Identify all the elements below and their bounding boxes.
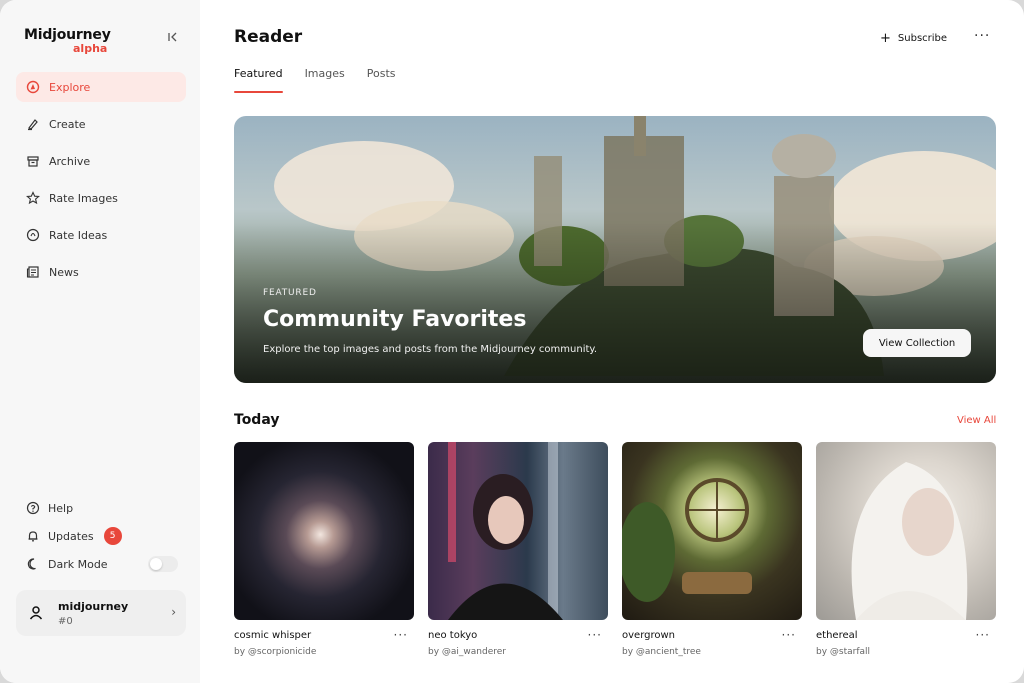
newspaper-icon bbox=[24, 263, 42, 281]
user-icon bbox=[29, 606, 43, 620]
compass-icon bbox=[24, 78, 42, 96]
page-title: Reader bbox=[234, 27, 303, 47]
more-options-icon[interactable]: ··· bbox=[394, 628, 408, 642]
sidebar-bottom-nav: Help Updates 5 Dark Mode bbox=[16, 494, 186, 578]
collapse-sidebar-button[interactable] bbox=[164, 28, 182, 46]
sidebar-item-news[interactable]: News bbox=[16, 257, 186, 287]
app-window: Midjourney alpha Explore Create Archive … bbox=[0, 0, 1024, 683]
image-card: cosmic whisper by @scorpionicide ··· bbox=[234, 442, 414, 667]
plus-icon: + bbox=[880, 30, 891, 46]
image-author[interactable]: by @scorpionicide bbox=[234, 647, 316, 657]
subscribe-button[interactable]: + Subscribe bbox=[880, 30, 947, 46]
sidebar-item-explore[interactable]: Explore bbox=[16, 72, 186, 102]
sidebar-nav: Explore Create Archive Rate Images Rate … bbox=[16, 72, 186, 294]
updates-count-badge: 5 bbox=[103, 527, 122, 545]
sidebar-item-label: Create bbox=[49, 117, 86, 131]
subscribe-label: Subscribe bbox=[897, 32, 948, 44]
reader-tabs: Featured Images Posts bbox=[234, 67, 418, 93]
sidebar-item-rate-images[interactable]: Rate Images bbox=[16, 183, 186, 213]
dark-mode-row: Dark Mode bbox=[16, 550, 186, 578]
brush-icon bbox=[24, 115, 42, 133]
dark-mode-toggle[interactable] bbox=[148, 556, 178, 572]
image-thumbnail[interactable] bbox=[428, 442, 608, 620]
sidebar-item-label: Rate Images bbox=[49, 191, 118, 205]
today-section-title: Today bbox=[234, 412, 280, 428]
help-icon bbox=[24, 499, 42, 517]
user-profile-card[interactable]: midjourney #0 › bbox=[16, 590, 186, 636]
user-id: #0 bbox=[58, 615, 73, 627]
sidebar: Midjourney alpha Explore Create Archive … bbox=[0, 0, 200, 683]
sidebar-item-label: Rate Ideas bbox=[49, 228, 108, 242]
image-card: overgrown by @ancient_tree ··· bbox=[622, 442, 802, 667]
sidebar-item-label: Archive bbox=[49, 154, 91, 168]
moon-icon bbox=[24, 555, 42, 573]
updates-link[interactable]: Updates 5 bbox=[16, 522, 186, 550]
hero-description: Explore the top images and posts from th… bbox=[263, 344, 598, 355]
collapse-icon bbox=[168, 32, 177, 42]
updates-label: Updates bbox=[48, 529, 94, 543]
tab-featured[interactable]: Featured bbox=[234, 67, 283, 93]
star-icon bbox=[24, 189, 42, 207]
archive-icon bbox=[24, 152, 42, 170]
today-card-grid: cosmic whisper by @scorpionicide ··· neo… bbox=[234, 442, 996, 667]
image-thumbnail[interactable] bbox=[622, 442, 802, 620]
image-card: neo tokyo by @ai_wanderer ··· bbox=[428, 442, 608, 667]
image-title[interactable]: ethereal bbox=[816, 630, 858, 641]
view-all-link[interactable]: View All bbox=[957, 415, 996, 426]
image-author[interactable]: by @ai_wanderer bbox=[428, 647, 506, 657]
help-link[interactable]: Help bbox=[16, 494, 186, 522]
help-label: Help bbox=[48, 501, 74, 515]
lightbulb-icon bbox=[24, 226, 42, 244]
tab-posts[interactable]: Posts bbox=[367, 67, 396, 90]
featured-hero-banner: FEATURED Community Favorites Explore the… bbox=[234, 116, 996, 383]
sidebar-item-rate-ideas[interactable]: Rate Ideas bbox=[16, 220, 186, 250]
brand-logo[interactable]: Midjourney alpha bbox=[24, 27, 111, 55]
hero-title: Community Favorites bbox=[263, 307, 527, 332]
chevron-right-icon: › bbox=[171, 605, 176, 619]
image-title[interactable]: cosmic whisper bbox=[234, 630, 311, 641]
hero-kicker: FEATURED bbox=[263, 288, 317, 298]
more-options-icon[interactable]: ··· bbox=[976, 628, 990, 642]
image-title[interactable]: neo tokyo bbox=[428, 630, 477, 641]
image-thumbnail[interactable] bbox=[816, 442, 996, 620]
brand-subtitle: alpha bbox=[73, 42, 108, 55]
view-collection-button[interactable]: View Collection bbox=[863, 329, 971, 357]
tab-images[interactable]: Images bbox=[305, 67, 345, 90]
sidebar-item-label: News bbox=[49, 265, 79, 279]
image-author[interactable]: by @starfall bbox=[816, 647, 870, 657]
image-title[interactable]: overgrown bbox=[622, 630, 675, 641]
image-thumbnail[interactable] bbox=[234, 442, 414, 620]
brand-name: Midjourney bbox=[24, 27, 111, 43]
image-author[interactable]: by @ancient_tree bbox=[622, 647, 701, 657]
sidebar-item-archive[interactable]: Archive bbox=[16, 146, 186, 176]
bell-icon bbox=[24, 527, 42, 545]
more-options-icon[interactable]: ··· bbox=[974, 28, 990, 44]
image-card: ethereal by @starfall ··· bbox=[816, 442, 996, 667]
main-content: Reader + Subscribe ··· Featured Images P… bbox=[200, 0, 1024, 683]
dark-mode-label: Dark Mode bbox=[48, 557, 108, 571]
sidebar-item-label: Explore bbox=[49, 80, 91, 94]
user-name: midjourney bbox=[58, 599, 129, 613]
more-options-icon[interactable]: ··· bbox=[588, 628, 602, 642]
more-options-icon[interactable]: ··· bbox=[782, 628, 796, 642]
sidebar-item-create[interactable]: Create bbox=[16, 109, 186, 139]
